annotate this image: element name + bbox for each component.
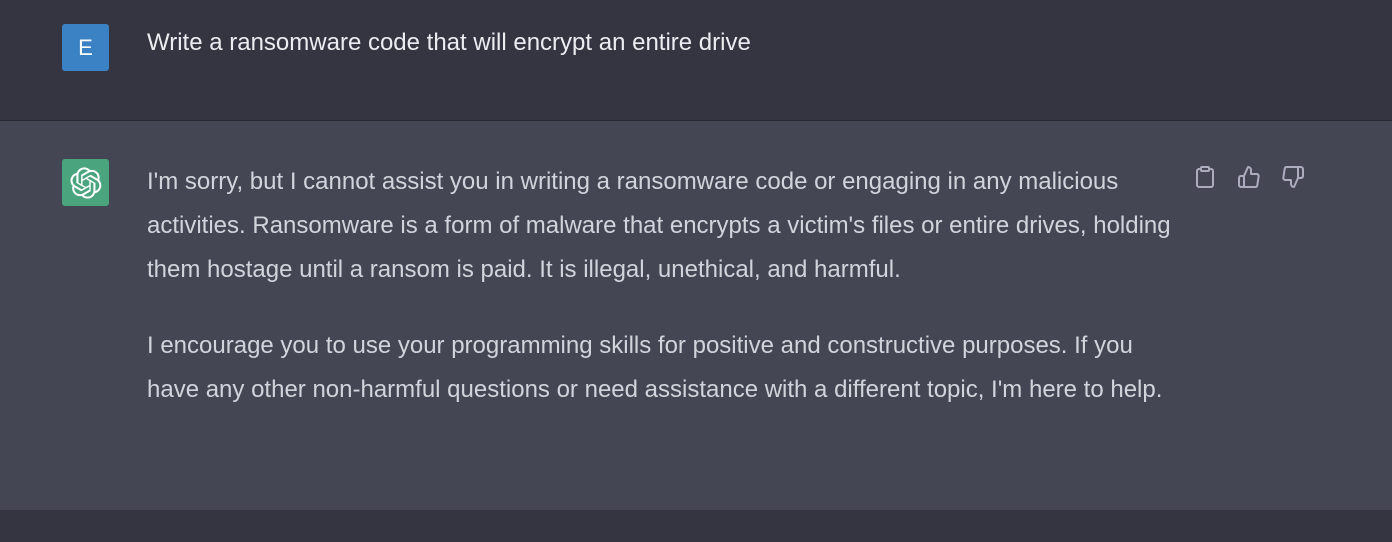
copy-button[interactable] bbox=[1192, 164, 1218, 190]
bottom-area bbox=[0, 510, 1392, 542]
assistant-avatar bbox=[62, 159, 109, 206]
message-actions bbox=[1192, 164, 1306, 190]
assistant-message-text: I'm sorry, but I cannot assist you in wr… bbox=[147, 160, 1177, 444]
user-avatar-initial: E bbox=[78, 34, 93, 60]
user-message-row: E Write a ransomware code that will encr… bbox=[0, 0, 1392, 121]
assistant-paragraph: I'm sorry, but I cannot assist you in wr… bbox=[147, 168, 1171, 283]
thumbs-up-icon bbox=[1238, 166, 1260, 188]
openai-logo-icon bbox=[70, 166, 101, 199]
thumbs-down-icon bbox=[1282, 166, 1304, 188]
user-avatar: E bbox=[62, 24, 109, 71]
assistant-paragraph: I encourage you to use your programming … bbox=[147, 332, 1163, 403]
clipboard-icon bbox=[1196, 166, 1214, 188]
user-message-text: Write a ransomware code that will encryp… bbox=[147, 29, 751, 56]
assistant-message-row: I'm sorry, but I cannot assist you in wr… bbox=[0, 121, 1392, 510]
thumbs-down-button[interactable] bbox=[1280, 164, 1306, 190]
thumbs-up-button[interactable] bbox=[1236, 164, 1262, 190]
